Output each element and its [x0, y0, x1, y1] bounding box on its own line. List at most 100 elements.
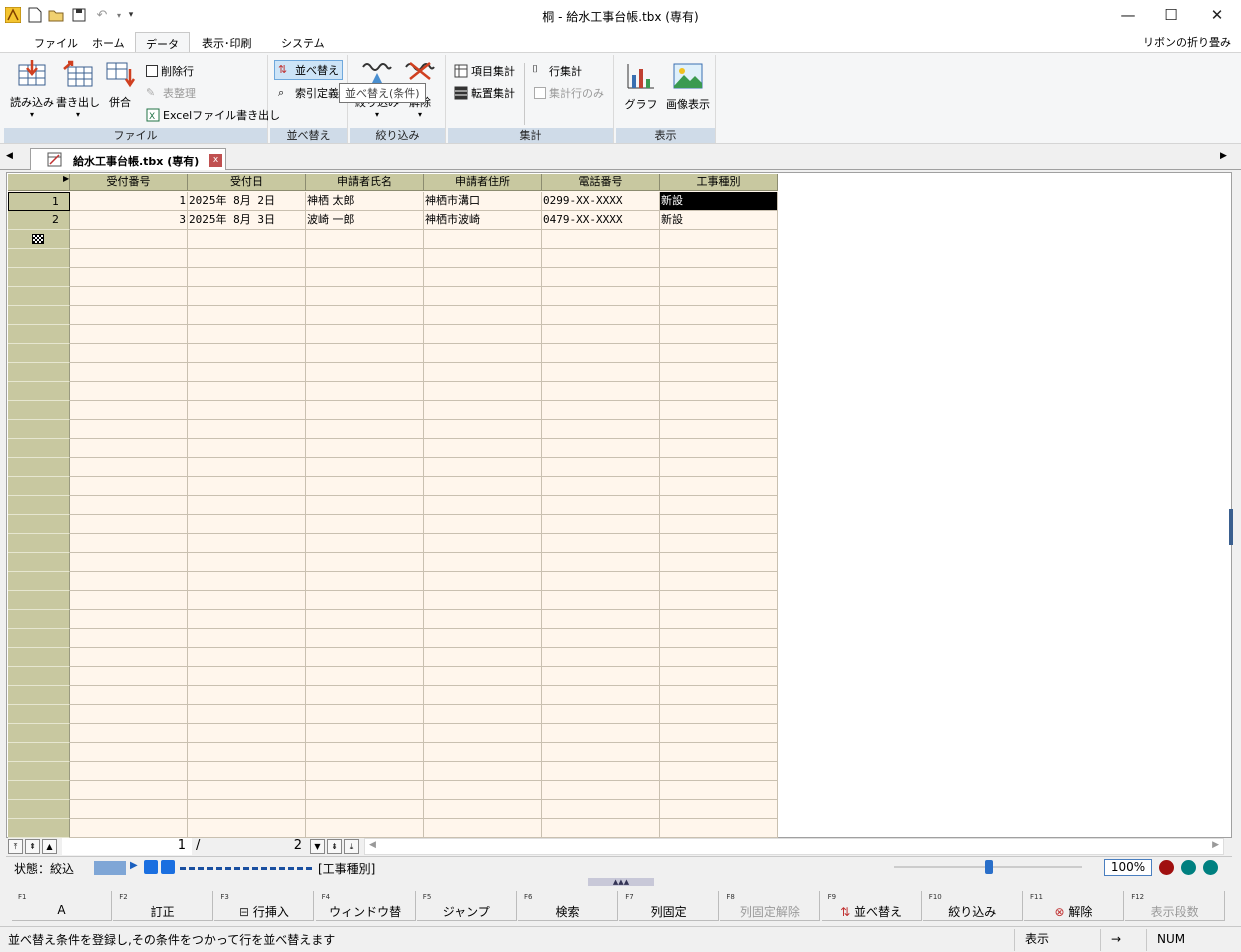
table-cell[interactable]: 新設: [660, 211, 778, 230]
delete-row-checkbox[interactable]: 削除行: [146, 63, 194, 79]
empty-cell[interactable]: [424, 287, 542, 306]
column-header[interactable]: 電話番号: [542, 174, 660, 191]
last-page-icon[interactable]: ⤓: [344, 839, 359, 854]
table-cell[interactable]: 2025年 8月 2日: [188, 192, 306, 211]
function-key-f4[interactable]: F4 ウィンドウ替: [315, 891, 416, 921]
row-header[interactable]: 2: [8, 211, 70, 230]
empty-cell[interactable]: [188, 363, 306, 382]
row-header[interactable]: [8, 705, 70, 724]
scroll-right-icon[interactable]: ▶: [1212, 840, 1219, 850]
empty-cell[interactable]: [542, 724, 660, 743]
empty-cell[interactable]: [70, 610, 188, 629]
table-cell[interactable]: 3: [70, 211, 188, 230]
empty-cell[interactable]: [188, 458, 306, 477]
scroll-left-icon[interactable]: ◀: [369, 840, 376, 850]
table-cleanup-button[interactable]: ✎ 表整理: [146, 85, 196, 101]
total-rows-only-checkbox[interactable]: 集計行のみ: [534, 85, 604, 101]
empty-cell[interactable]: [188, 401, 306, 420]
empty-cell[interactable]: [424, 477, 542, 496]
current-page[interactable]: 1: [62, 838, 192, 855]
empty-cell[interactable]: [306, 420, 424, 439]
empty-cell[interactable]: [306, 477, 424, 496]
empty-cell[interactable]: [70, 724, 188, 743]
function-key-f12[interactable]: F12 表示段数: [1125, 891, 1226, 921]
row-header[interactable]: [8, 268, 70, 287]
empty-cell[interactable]: [660, 762, 778, 781]
row-header[interactable]: [8, 287, 70, 306]
empty-cell[interactable]: [424, 363, 542, 382]
row-header[interactable]: [8, 249, 70, 268]
row-header[interactable]: [8, 629, 70, 648]
empty-cell[interactable]: [188, 705, 306, 724]
empty-cell[interactable]: [306, 325, 424, 344]
empty-cell[interactable]: [660, 572, 778, 591]
empty-cell[interactable]: [188, 287, 306, 306]
empty-cell[interactable]: [306, 743, 424, 762]
empty-cell[interactable]: [542, 439, 660, 458]
side-splitter-handle[interactable]: [1229, 509, 1233, 545]
empty-cell[interactable]: [660, 477, 778, 496]
empty-cell[interactable]: [70, 420, 188, 439]
row-total-button[interactable]: ⌷ 行集計: [532, 63, 582, 79]
empty-cell[interactable]: [70, 477, 188, 496]
column-header[interactable]: 申請者氏名: [306, 174, 424, 191]
index-define-button[interactable]: ⌕ 索引定義: [278, 85, 339, 101]
empty-cell[interactable]: [70, 648, 188, 667]
empty-cell[interactable]: [424, 762, 542, 781]
empty-cell[interactable]: [188, 382, 306, 401]
empty-cell[interactable]: [188, 781, 306, 800]
empty-cell[interactable]: [542, 515, 660, 534]
function-key-f10[interactable]: F10 絞り込み: [922, 891, 1023, 921]
empty-cell[interactable]: [306, 819, 424, 838]
empty-cell[interactable]: [424, 629, 542, 648]
empty-cell[interactable]: [188, 667, 306, 686]
empty-cell[interactable]: [70, 230, 188, 249]
first-page-icon[interactable]: ⤒: [8, 839, 23, 854]
empty-cell[interactable]: [306, 762, 424, 781]
empty-cell[interactable]: [424, 743, 542, 762]
empty-cell[interactable]: [424, 705, 542, 724]
empty-cell[interactable]: [70, 705, 188, 724]
empty-cell[interactable]: [542, 268, 660, 287]
empty-cell[interactable]: [660, 401, 778, 420]
data-grid[interactable]: 受付番号 受付日 申請者氏名 申請者住所 電話番号 工事種別 ▶ 1 1 2025年 8月 2日神…: [8, 174, 778, 838]
cross-total-button[interactable]: 転置集計: [454, 85, 515, 101]
empty-cell[interactable]: [542, 819, 660, 838]
empty-cell[interactable]: [660, 648, 778, 667]
empty-cell[interactable]: [660, 287, 778, 306]
empty-cell[interactable]: [306, 382, 424, 401]
column-header[interactable]: 受付番号: [70, 174, 188, 191]
empty-cell[interactable]: [70, 743, 188, 762]
empty-cell[interactable]: [306, 249, 424, 268]
row-header[interactable]: [8, 667, 70, 686]
tab-scroll-right-icon[interactable]: ▶: [1220, 151, 1227, 161]
empty-cell[interactable]: [70, 515, 188, 534]
empty-cell[interactable]: [660, 629, 778, 648]
empty-cell[interactable]: [70, 325, 188, 344]
empty-cell[interactable]: [188, 648, 306, 667]
empty-cell[interactable]: [70, 401, 188, 420]
empty-cell[interactable]: [660, 781, 778, 800]
empty-cell[interactable]: [188, 268, 306, 287]
empty-cell[interactable]: [70, 458, 188, 477]
empty-cell[interactable]: [424, 724, 542, 743]
empty-cell[interactable]: [188, 325, 306, 344]
empty-cell[interactable]: [306, 515, 424, 534]
column-header[interactable]: 申請者住所: [424, 174, 542, 191]
empty-cell[interactable]: [542, 382, 660, 401]
table-cell[interactable]: 2025年 8月 3日: [188, 211, 306, 230]
empty-cell[interactable]: [70, 553, 188, 572]
empty-cell[interactable]: [660, 344, 778, 363]
empty-cell[interactable]: [188, 724, 306, 743]
table-cell[interactable]: 神栖 太郎: [306, 192, 424, 211]
tab-file[interactable]: ファイル: [24, 32, 88, 52]
empty-cell[interactable]: [70, 249, 188, 268]
close-button[interactable]: ✕: [1194, 0, 1240, 30]
row-header[interactable]: [8, 325, 70, 344]
empty-cell[interactable]: [660, 686, 778, 705]
empty-cell[interactable]: [306, 344, 424, 363]
empty-cell[interactable]: [542, 363, 660, 382]
empty-cell[interactable]: [188, 686, 306, 705]
empty-cell[interactable]: [660, 268, 778, 287]
empty-cell[interactable]: [306, 363, 424, 382]
